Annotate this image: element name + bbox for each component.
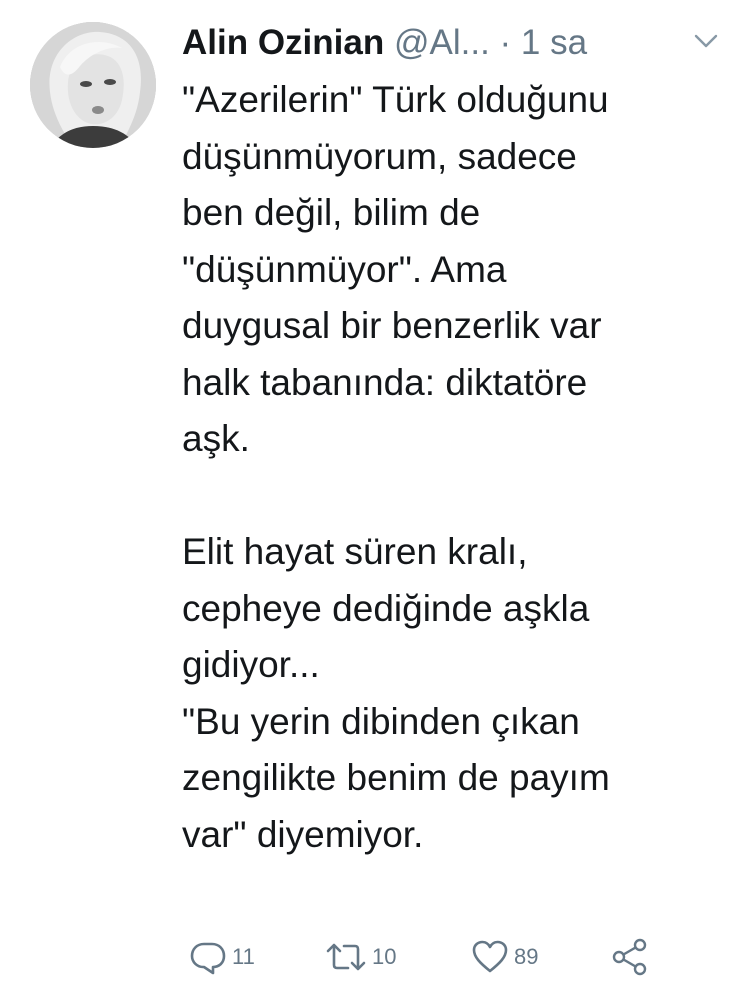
tweet[interactable]: Alin Ozinian @Al... · 1 sa "Azerilerin" … [0,0,756,1008]
tweet-text-line: zengilikte benim de payım [182,757,610,798]
tweet-text-line: "Azerilerin" Türk olduğunu [182,79,609,120]
tweet-timestamp[interactable]: 1 sa [521,23,587,62]
tweet-text-line: "Bu yerin dibinden çıkan [182,700,580,742]
tweet-text-line: gidiyor... [182,644,320,685]
like-count: 89 [514,944,539,969]
tweet-text-line: aşk. [182,418,250,459]
share-icon [610,937,650,977]
avatar[interactable] [30,22,156,148]
tweet-actions: 11 10 89 [182,932,702,982]
like-button[interactable]: 89 [470,932,538,982]
retweet-button[interactable]: 10 [324,932,396,982]
share-button[interactable] [610,932,650,982]
tweet-text-line: Elit hayat süren kralı, [182,531,528,572]
tweet-text: "Azerilerin" Türk olduğunu düşünmüyorum,… [182,72,742,863]
retweet-icon [324,937,368,977]
tweet-text-line: halk tabanında: diktatöre [182,361,588,403]
author-name[interactable]: Alin Ozinian [182,23,384,62]
paragraph-break [182,468,742,525]
author-handle[interactable]: @Al... [394,23,490,62]
tweet-text-line: cepheye dediğinde aşkla [182,587,590,629]
chevron-down-icon[interactable] [693,30,719,52]
tweet-text-line: var" diyemiyor. [182,813,424,855]
avatar-image [30,22,156,148]
tweet-header: Alin Ozinian @Al... · 1 sa [182,18,742,68]
separator-dot: · [499,23,512,62]
reply-count: 11 [232,944,255,969]
tweet-text-line: duygusal bir benzerlik var [182,305,602,346]
retweet-count: 10 [372,944,397,969]
tweet-text-line: düşünmüyorum, sadece [182,135,577,177]
heart-icon [470,937,510,977]
tweet-text-line: "düşünmüyor". Ama [182,248,507,290]
tweet-text-line: ben değil, bilim de [182,192,481,233]
reply-button[interactable]: 11 [188,932,255,982]
reply-icon [188,937,228,977]
